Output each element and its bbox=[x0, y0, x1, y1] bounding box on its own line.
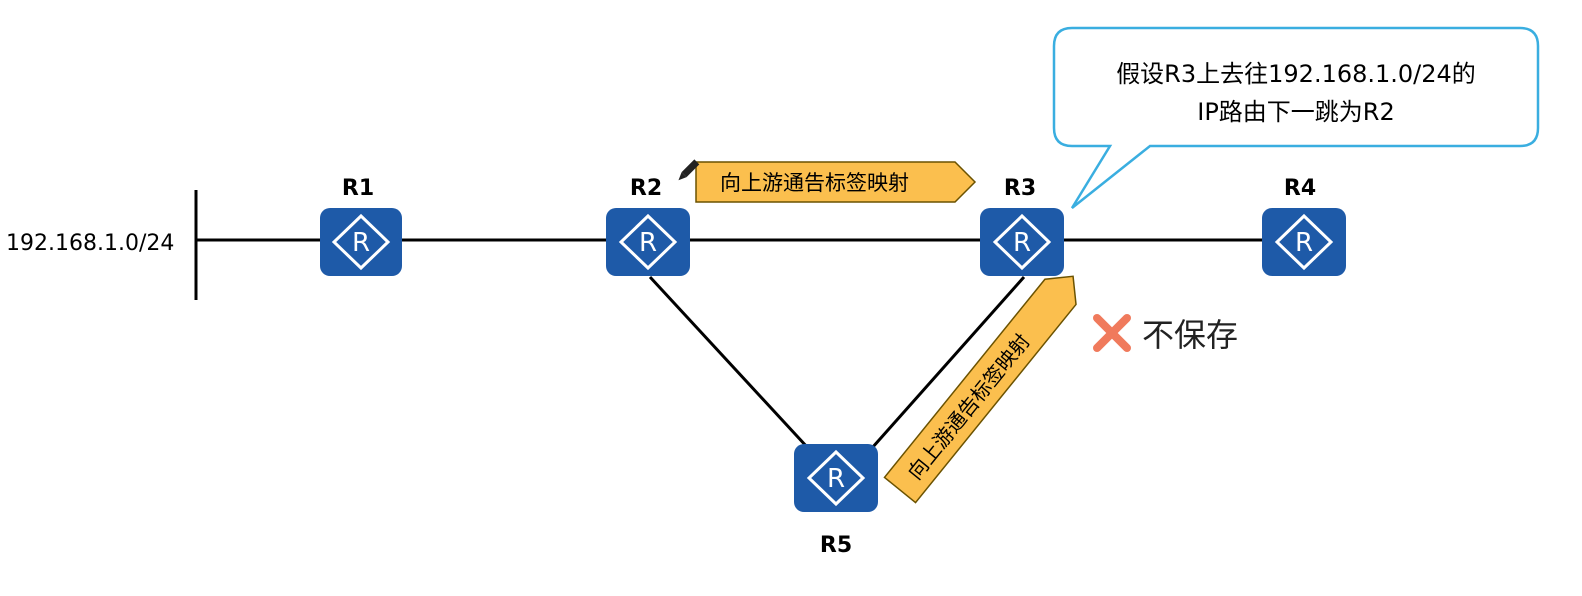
router-label-r3: R3 bbox=[1004, 176, 1036, 201]
router-label-r2: R2 bbox=[630, 176, 662, 201]
router-label-r5: R5 bbox=[820, 533, 852, 558]
router-r4[interactable]: R bbox=[1262, 208, 1346, 276]
svg-text:R: R bbox=[827, 464, 845, 494]
router-label-r4: R4 bbox=[1284, 176, 1316, 201]
network-prefix-label: 192.168.1.0/24 bbox=[6, 231, 174, 256]
router-r5[interactable]: R bbox=[794, 444, 878, 512]
router-label-r1: R1 bbox=[342, 176, 374, 201]
svg-text:R: R bbox=[1295, 228, 1313, 258]
router-r3[interactable]: R bbox=[980, 208, 1064, 276]
svg-text:R: R bbox=[352, 228, 370, 258]
network-diagram: 192.168.1.0/24 R R1 R R2 R R3 R R4 R R5 … bbox=[6, 26, 1540, 558]
diagram-canvas: 192.168.1.0/24 R R1 R R2 R R3 R R4 R R5 … bbox=[0, 0, 1582, 592]
advertise-arrow-top: 向上游通告标签映射 bbox=[695, 161, 977, 203]
svg-text:R: R bbox=[639, 228, 657, 258]
advertise-arrow-diagonal: 向上游通告标签映射 bbox=[883, 275, 1077, 504]
advertise-arrow-top-label: 向上游通告标签映射 bbox=[720, 171, 909, 195]
router-r2[interactable]: R bbox=[606, 208, 690, 276]
router-r1[interactable]: R bbox=[320, 208, 402, 276]
callout-line-2: IP路由下一跳为R2 bbox=[1197, 98, 1395, 126]
not-saved-label: 不保存 bbox=[1142, 316, 1238, 354]
callout-line-1: 假设R3上去往192.168.1.0/24的 bbox=[1116, 60, 1476, 88]
svg-text:R: R bbox=[1013, 228, 1031, 258]
cross-icon bbox=[1093, 314, 1131, 352]
link-r2-r5 bbox=[648, 275, 810, 450]
advertise-arrow-diagonal-label: 向上游通告标签映射 bbox=[903, 329, 1035, 484]
